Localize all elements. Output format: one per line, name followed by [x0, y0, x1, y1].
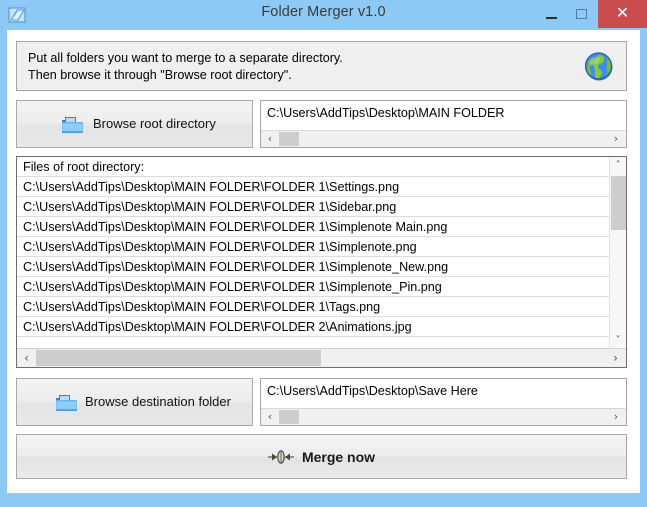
globe-icon	[583, 50, 616, 83]
chevron-right-icon[interactable]: ›	[608, 131, 624, 147]
list-item[interactable]: C:\Users\AddTips\Desktop\MAIN FOLDER\FOL…	[17, 177, 609, 197]
app-window: Folder Merger v1.0 ✕ Put all folders you…	[0, 0, 647, 507]
file-list-inner: Files of root directory: C:\Users\AddTip…	[17, 157, 609, 349]
file-list-vertical-scrollbar[interactable]: ˄ ˅	[609, 157, 626, 349]
list-item[interactable]: C:\Users\AddTips\Desktop\MAIN FOLDER\FOL…	[17, 317, 609, 337]
scrollbar-thumb[interactable]	[279, 132, 299, 146]
scrollbar-thumb[interactable]	[36, 350, 321, 366]
root-path-value: C:\Users\AddTips\Desktop\MAIN FOLDER	[267, 106, 505, 120]
merge-now-label: Merge now	[301, 448, 376, 465]
chevron-down-icon[interactable]: ˅	[610, 332, 626, 349]
browse-root-directory-button[interactable]: Browse root directory	[16, 100, 253, 148]
chevron-up-icon[interactable]: ˄	[610, 157, 626, 174]
list-item[interactable]: C:\Users\AddTips\Desktop\MAIN FOLDER\FOL…	[17, 257, 609, 277]
instructions-line-2: Then browse it through "Browse root dire…	[28, 68, 292, 82]
scrollbar-thumb[interactable]	[611, 176, 626, 230]
browse-destination-folder-button[interactable]: Browse destination folder	[16, 378, 253, 426]
close-icon: ✕	[615, 5, 630, 22]
instructions-panel: Put all folders you want to merge to a s…	[16, 41, 627, 91]
list-item[interactable]: C:\Users\AddTips\Desktop\MAIN FOLDER\FOL…	[17, 217, 609, 237]
merge-icon	[267, 449, 294, 464]
title-bar[interactable]: Folder Merger v1.0 ✕	[0, 0, 647, 30]
root-path-field[interactable]: C:\Users\AddTips\Desktop\MAIN FOLDER ‹ ›	[260, 100, 627, 148]
chevron-left-icon[interactable]: ‹	[18, 349, 35, 367]
list-item[interactable]: C:\Users\AddTips\Desktop\MAIN FOLDER\FOL…	[17, 237, 609, 257]
file-list-box[interactable]: Files of root directory: C:\Users\AddTip…	[16, 156, 627, 368]
merge-now-content: Merge now	[17, 435, 626, 478]
browse-destination-folder-label: Browse destination folder	[85, 394, 231, 409]
destination-path-value: C:\Users\AddTips\Desktop\Save Here	[267, 384, 478, 398]
merge-now-button[interactable]: Merge now	[16, 434, 627, 479]
maximize-icon	[576, 9, 587, 19]
chevron-right-icon[interactable]: ›	[607, 349, 624, 367]
list-item[interactable]: C:\Users\AddTips\Desktop\MAIN FOLDER\FOL…	[17, 297, 609, 317]
file-list-horizontal-scrollbar[interactable]: ‹ ›	[17, 348, 626, 367]
file-list-header: Files of root directory:	[17, 157, 609, 177]
root-path-horizontal-scrollbar[interactable]: ‹ ›	[261, 130, 626, 147]
scrollbar-thumb[interactable]	[279, 410, 299, 424]
list-item[interactable]: C:\Users\AddTips\Desktop\MAIN FOLDER\FOL…	[17, 277, 609, 297]
destination-path-horizontal-scrollbar[interactable]: ‹ ›	[261, 408, 626, 425]
chevron-left-icon[interactable]: ‹	[262, 409, 278, 425]
maximize-button[interactable]	[567, 0, 598, 28]
destination-path-field[interactable]: C:\Users\AddTips\Desktop\Save Here ‹ ›	[260, 378, 627, 426]
minimize-button[interactable]	[535, 0, 567, 28]
folder-icon	[55, 394, 78, 413]
chevron-left-icon[interactable]: ‹	[262, 131, 278, 147]
minimize-icon	[546, 17, 557, 19]
client-area: Put all folders you want to merge to a s…	[7, 30, 640, 493]
list-item[interactable]: C:\Users\AddTips\Desktop\MAIN FOLDER\FOL…	[17, 197, 609, 217]
instructions-line-1: Put all folders you want to merge to a s…	[28, 51, 343, 65]
browse-root-directory-label: Browse root directory	[93, 116, 216, 131]
folder-icon	[61, 116, 84, 135]
close-button[interactable]: ✕	[598, 0, 647, 28]
chevron-right-icon[interactable]: ›	[608, 409, 624, 425]
